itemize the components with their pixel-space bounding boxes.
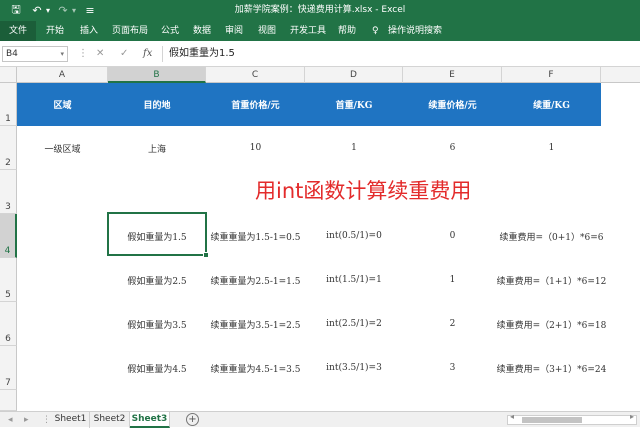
tab-home[interactable]: 开始: [46, 21, 64, 41]
header-cell-extra-weight-price[interactable]: 续重价格/元: [403, 83, 502, 126]
column-header-a[interactable]: A: [17, 67, 108, 83]
cell-d7[interactable]: int(3.5/1)=3: [305, 346, 403, 390]
tab-formulas[interactable]: 公式: [161, 21, 179, 41]
cell-d4[interactable]: int(0.5/1)=0: [305, 214, 403, 258]
sheet-title: 用int函数计算续重费用: [255, 179, 472, 203]
cell-e2[interactable]: 6: [403, 126, 502, 170]
cell-c7[interactable]: 续重重量为4.5-1=3.5: [206, 346, 305, 390]
cell-f4[interactable]: 续重费用=（0+1）*6=6: [499, 214, 603, 258]
title-bar: 🖫 ↶ ▾ ↷ ▾ ≡ 加薪学院案例：快递费用计算.xlsx - Excel: [0, 0, 640, 21]
cancel-icon[interactable]: ✕: [96, 45, 104, 63]
row-header-4[interactable]: 4: [0, 214, 17, 258]
worksheet-grid[interactable]: A B C D E F 1 2 3 4 5 6 7 区域 目的地 首重价格/元 …: [0, 67, 640, 411]
cell-b5[interactable]: 假如重量为2.5: [108, 258, 206, 302]
sheet-tab-sheet2[interactable]: Sheet2: [90, 412, 130, 428]
cell-f5[interactable]: 续重费用=（1+1）*6=12: [497, 258, 607, 302]
header-cell-extra-weight[interactable]: 续重/KG: [502, 83, 601, 126]
column-header-f[interactable]: F: [502, 67, 601, 83]
sheet-tab-sheet3[interactable]: Sheet3: [130, 412, 170, 428]
tab-data[interactable]: 数据: [193, 21, 211, 41]
tab-developer[interactable]: 开发工具: [290, 21, 326, 41]
cell-f7[interactable]: 续重费用=（3+1）*6=24: [497, 346, 607, 390]
tab-insert[interactable]: 插入: [80, 21, 98, 41]
tab-page-layout[interactable]: 页面布局: [112, 21, 148, 41]
tab-review[interactable]: 审阅: [225, 21, 243, 41]
cell-e5[interactable]: 1: [403, 258, 502, 302]
header-cell-region[interactable]: 区域: [17, 83, 108, 126]
header-cell-destination[interactable]: 目的地: [108, 83, 206, 126]
ribbon-tabs: 文件 开始 插入 页面布局 公式 数据 审阅 视图 开发工具 帮助 ♀ 操作说明…: [0, 21, 640, 41]
tab-file[interactable]: 文件: [0, 21, 36, 41]
scroll-right-icon[interactable]: ▸: [630, 412, 634, 421]
cell-b7[interactable]: 假如重量为4.5: [108, 346, 206, 390]
insert-function-icon[interactable]: fx: [143, 45, 152, 63]
chevron-down-icon[interactable]: ▾: [60, 47, 64, 61]
column-header-d[interactable]: D: [305, 67, 403, 83]
tab-help[interactable]: 帮助: [338, 21, 356, 41]
cell-a2[interactable]: 一级区域: [17, 126, 108, 170]
formula-input[interactable]: 假如重量为1.5: [162, 46, 638, 62]
tab-separator: ⋮: [42, 415, 51, 425]
add-sheet-icon[interactable]: +: [186, 413, 199, 426]
column-header-b[interactable]: B: [108, 67, 206, 83]
header-cell-first-weight[interactable]: 首重/KG: [305, 83, 403, 126]
row-header-6[interactable]: 6: [0, 302, 17, 346]
name-box-value: B4: [6, 49, 18, 59]
row-header-5[interactable]: 5: [0, 258, 17, 302]
next-sheet-icon[interactable]: ▸: [24, 412, 29, 428]
cell-c2[interactable]: 10: [206, 126, 305, 170]
cell-e4[interactable]: 0: [403, 214, 502, 258]
cell-f2[interactable]: 1: [502, 126, 601, 170]
cell-e6[interactable]: 2: [403, 302, 502, 346]
horizontal-scrollbar[interactable]: ◂ ▸: [507, 412, 637, 425]
formula-bar-separator: ⋮: [78, 48, 88, 59]
sheet-tab-sheet1[interactable]: Sheet1: [52, 412, 90, 428]
row-header-7[interactable]: 7: [0, 346, 17, 390]
formula-bar: B4 ▾ ⋮ ✕ ✓ fx 假如重量为1.5: [0, 41, 640, 67]
cell-b6[interactable]: 假如重量为3.5: [108, 302, 206, 346]
cell-d2[interactable]: 1: [305, 126, 403, 170]
cell-c5[interactable]: 续重重量为2.5-1=1.5: [206, 258, 305, 302]
row-header-2[interactable]: 2: [0, 126, 17, 170]
cell-c6[interactable]: 续重重量为3.5-1=2.5: [206, 302, 305, 346]
row-header-1[interactable]: 1: [0, 83, 17, 126]
tab-view[interactable]: 视图: [258, 21, 276, 41]
header-cell-first-weight-price[interactable]: 首重价格/元: [206, 83, 305, 126]
scrollbar-thumb[interactable]: [522, 417, 582, 423]
window-title: 加薪学院案例：快递费用计算.xlsx - Excel: [234, 5, 406, 15]
column-header-next[interactable]: [601, 67, 640, 83]
column-header-c[interactable]: C: [206, 67, 305, 83]
name-box[interactable]: B4 ▾: [2, 46, 68, 62]
cell-f6[interactable]: 续重费用=（2+1）*6=18: [497, 302, 607, 346]
enter-icon[interactable]: ✓: [120, 45, 128, 63]
column-header-e[interactable]: E: [403, 67, 502, 83]
cell-c4[interactable]: 续重重量为1.5-1=0.5: [206, 214, 305, 258]
cell-e7[interactable]: 3: [403, 346, 502, 390]
active-cell-border: [107, 212, 207, 256]
select-all-corner[interactable]: [0, 67, 17, 83]
fill-handle[interactable]: [203, 252, 209, 258]
row-header-3[interactable]: 3: [0, 170, 17, 214]
cell-d6[interactable]: int(2.5/1)=2: [305, 302, 403, 346]
sheet-tab-bar: ◂ ▸ ⋮ Sheet1 Sheet2 Sheet3 + ◂ ▸: [0, 411, 640, 428]
cell-b2[interactable]: 上海: [108, 126, 206, 170]
lightbulb-icon[interactable]: ♀: [372, 21, 379, 41]
scroll-left-icon[interactable]: ◂: [510, 412, 514, 421]
cell-d5[interactable]: int(1.5/1)=1: [305, 258, 403, 302]
tell-me-search[interactable]: 操作说明搜索: [388, 21, 442, 41]
row-header-8[interactable]: [0, 390, 17, 411]
prev-sheet-icon[interactable]: ◂: [8, 412, 13, 428]
